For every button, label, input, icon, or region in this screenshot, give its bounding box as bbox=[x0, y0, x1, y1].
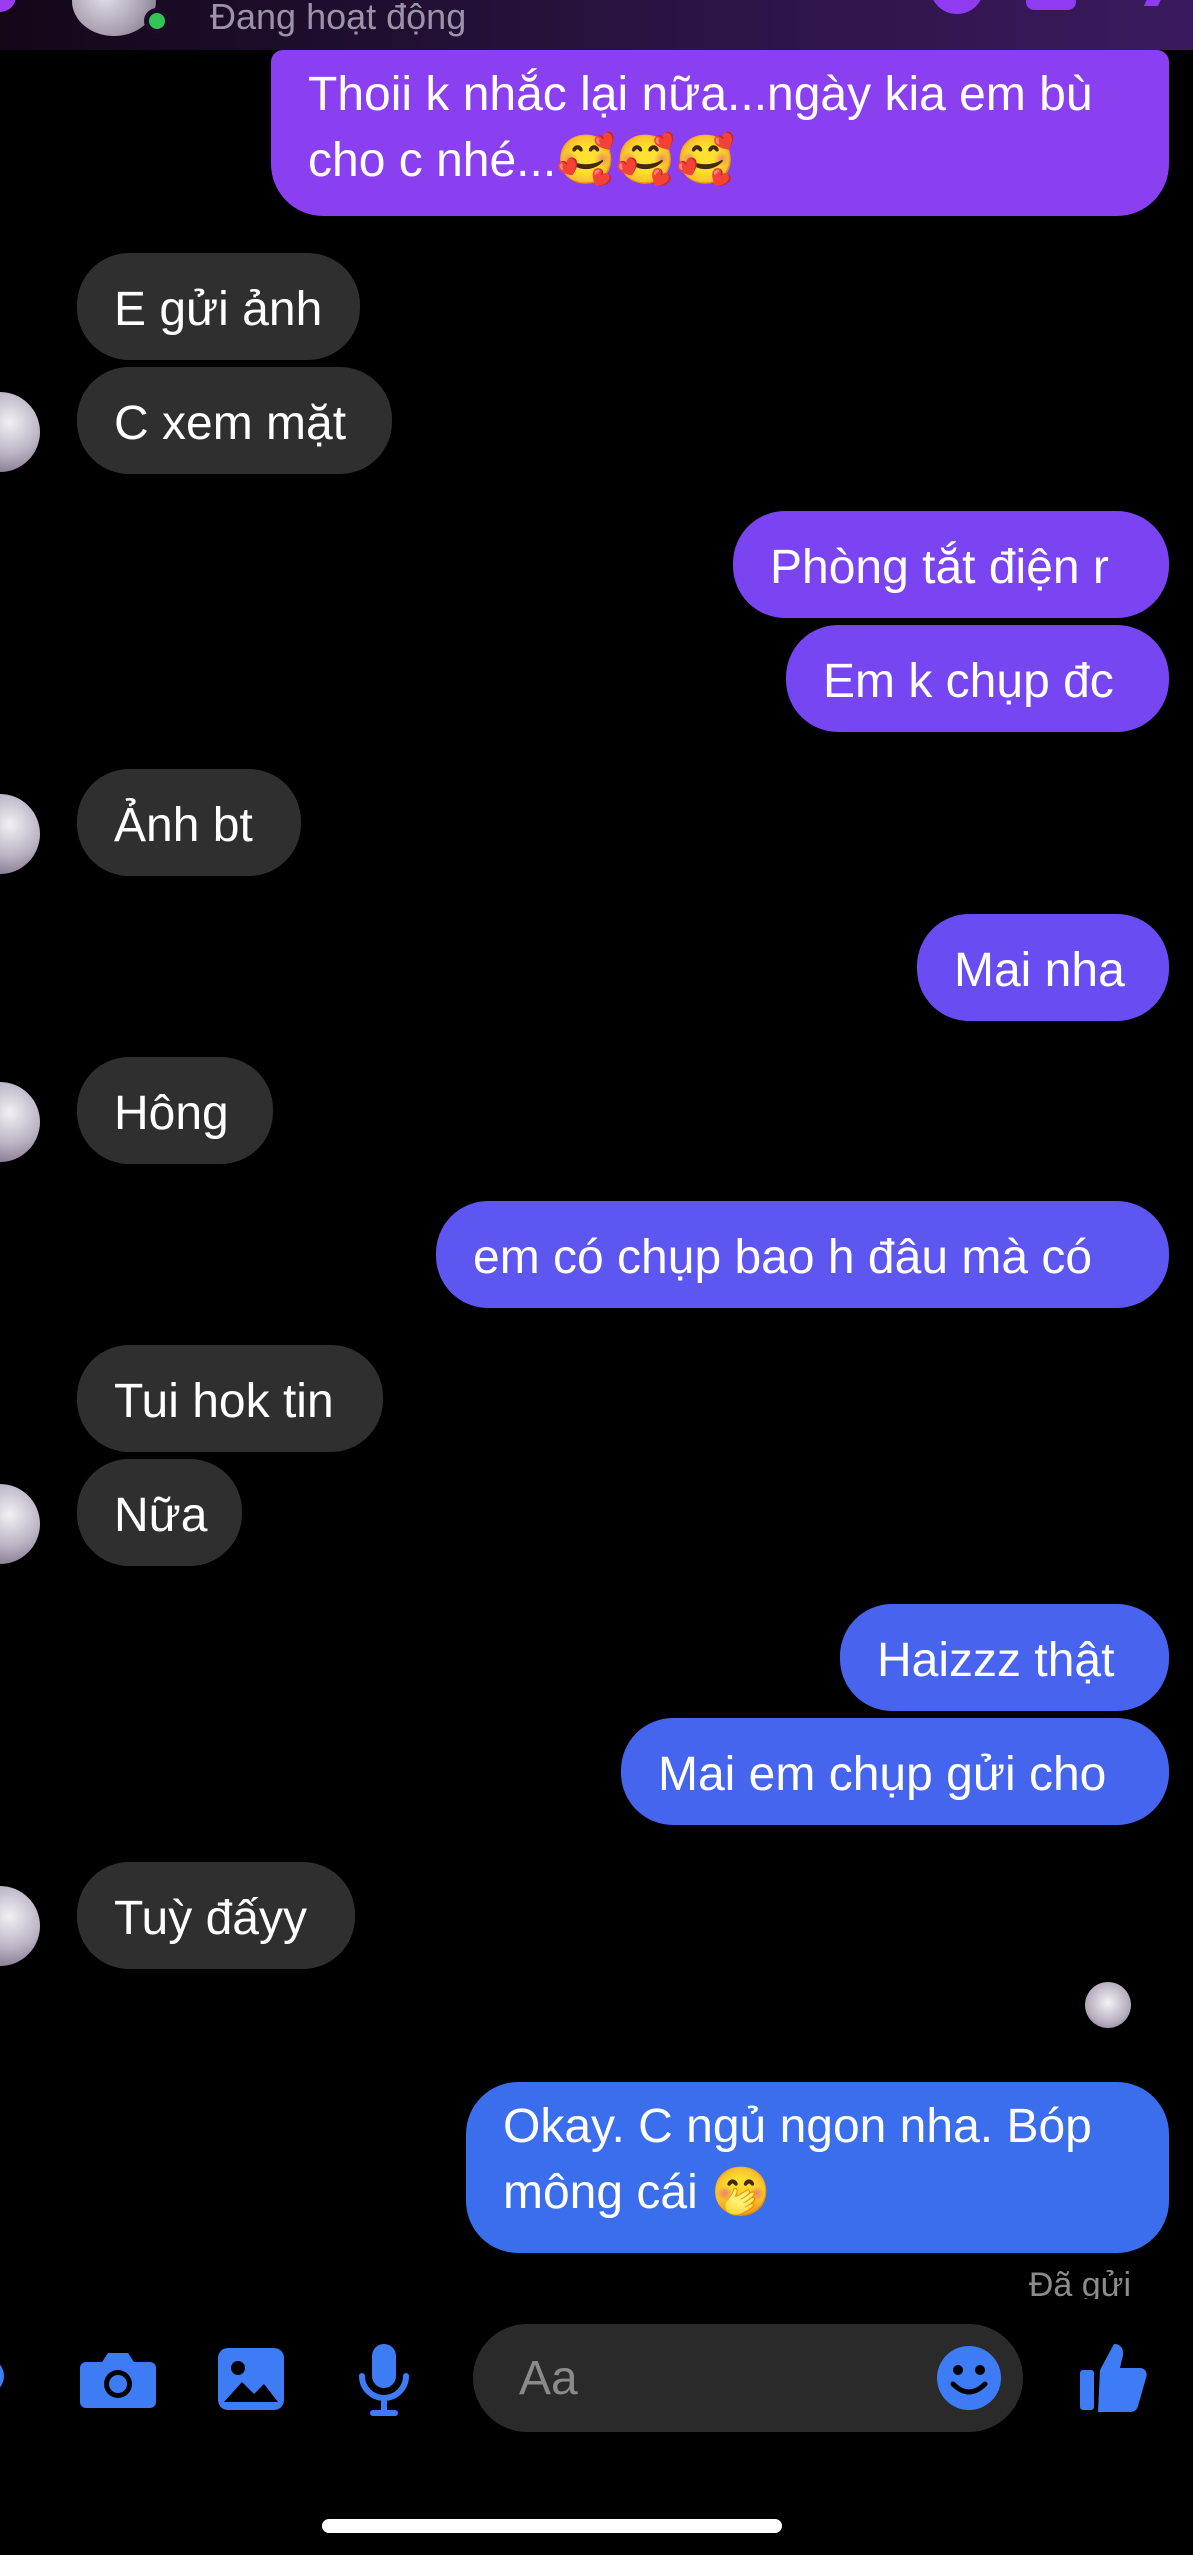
message-bubble-sent[interactable]: Thoii k nhắc lại nữa...ngày kia em bù ch… bbox=[271, 50, 1169, 216]
message-text: Nữa bbox=[114, 1489, 208, 1542]
online-indicator bbox=[144, 8, 170, 34]
message-text: Haizzz thật bbox=[877, 1634, 1115, 1687]
message-text: em có chụp bao h đâu mà có bbox=[473, 1231, 1093, 1284]
back-icon[interactable] bbox=[0, 0, 16, 12]
message-line: mông cái 🤭 bbox=[503, 2166, 771, 2219]
message-bubble-received[interactable]: Hông bbox=[77, 1057, 273, 1164]
video-call-icon[interactable] bbox=[1026, 0, 1076, 10]
message-bubble-received[interactable]: Nữa bbox=[77, 1459, 242, 1566]
composer-bar: Aa bbox=[0, 2308, 1193, 2438]
contact-avatar-small[interactable] bbox=[0, 1484, 40, 1564]
message-text: Mai em chụp gửi cho bbox=[658, 1748, 1107, 1801]
message-bubble-sent[interactable]: Mai nha bbox=[917, 914, 1169, 1021]
message-bubble-received[interactable]: C xem mặt bbox=[77, 367, 392, 474]
info-icon[interactable] bbox=[1143, 0, 1171, 6]
message-bubble-received[interactable]: E gửi ảnh bbox=[77, 253, 360, 360]
message-text: Tui hok tin bbox=[114, 1375, 334, 1428]
message-bubble-received[interactable]: Ảnh bt bbox=[77, 769, 301, 876]
chat-header: Đang hoạt động bbox=[0, 0, 1193, 50]
contact-avatar-small[interactable] bbox=[0, 794, 40, 874]
message-bubble-sent[interactable]: Phòng tắt điện r bbox=[733, 511, 1169, 618]
emoji-icon[interactable] bbox=[935, 2344, 1003, 2412]
home-indicator bbox=[322, 2519, 782, 2533]
message-text: C xem mặt bbox=[114, 397, 347, 450]
message-bubble-received[interactable]: Tui hok tin bbox=[77, 1345, 383, 1452]
contact-avatar-small[interactable] bbox=[0, 1886, 40, 1966]
camera-icon[interactable] bbox=[80, 2348, 156, 2410]
active-status: Đang hoạt động bbox=[210, 0, 467, 37]
message-text: Tuỳ đấyy bbox=[114, 1892, 307, 1945]
like-icon[interactable] bbox=[1078, 2340, 1148, 2412]
message-text: E gửi ảnh bbox=[114, 283, 323, 336]
message-text: Mai nha bbox=[954, 944, 1125, 997]
message-bubble-sent[interactable]: Mai em chụp gửi cho bbox=[621, 1718, 1169, 1825]
contact-avatar-small[interactable] bbox=[0, 1082, 40, 1162]
sent-status: Đã gửi bbox=[1028, 2266, 1131, 2299]
message-text: Hông bbox=[114, 1087, 229, 1140]
message-bubble-received[interactable]: Tuỳ đấyy bbox=[77, 1862, 355, 1969]
message-input[interactable]: Aa bbox=[473, 2324, 1023, 2432]
message-text: Em k chụp đc bbox=[823, 655, 1114, 708]
message-text: Phòng tắt điện r bbox=[770, 541, 1109, 594]
audio-call-icon[interactable] bbox=[930, 0, 984, 14]
seen-receipt-avatar bbox=[1085, 1982, 1131, 2028]
message-bubble-sent[interactable]: Em k chụp đc bbox=[786, 625, 1169, 732]
photo-icon[interactable] bbox=[216, 2346, 286, 2412]
message-bubble-sent[interactable]: Haizzz thật bbox=[840, 1604, 1169, 1711]
more-icon[interactable] bbox=[0, 2356, 16, 2396]
microphone-icon[interactable] bbox=[356, 2342, 412, 2418]
message-bubble-sent[interactable]: em có chụp bao h đâu mà có bbox=[436, 1201, 1169, 1308]
message-line: Okay. C ngủ ngon nha. Bóp bbox=[503, 2100, 1092, 2153]
message-text: Ảnh bt bbox=[114, 799, 253, 852]
message-bubble-sent[interactable]: Okay. C ngủ ngon nha. Bóp mông cái 🤭 bbox=[466, 2082, 1169, 2253]
message-line: Thoii k nhắc lại nữa...ngày kia em bù bbox=[308, 68, 1093, 121]
contact-avatar-small[interactable] bbox=[0, 392, 40, 472]
message-input-placeholder: Aa bbox=[519, 2352, 578, 2405]
message-line: cho c nhé...🥰🥰🥰 bbox=[308, 134, 736, 187]
